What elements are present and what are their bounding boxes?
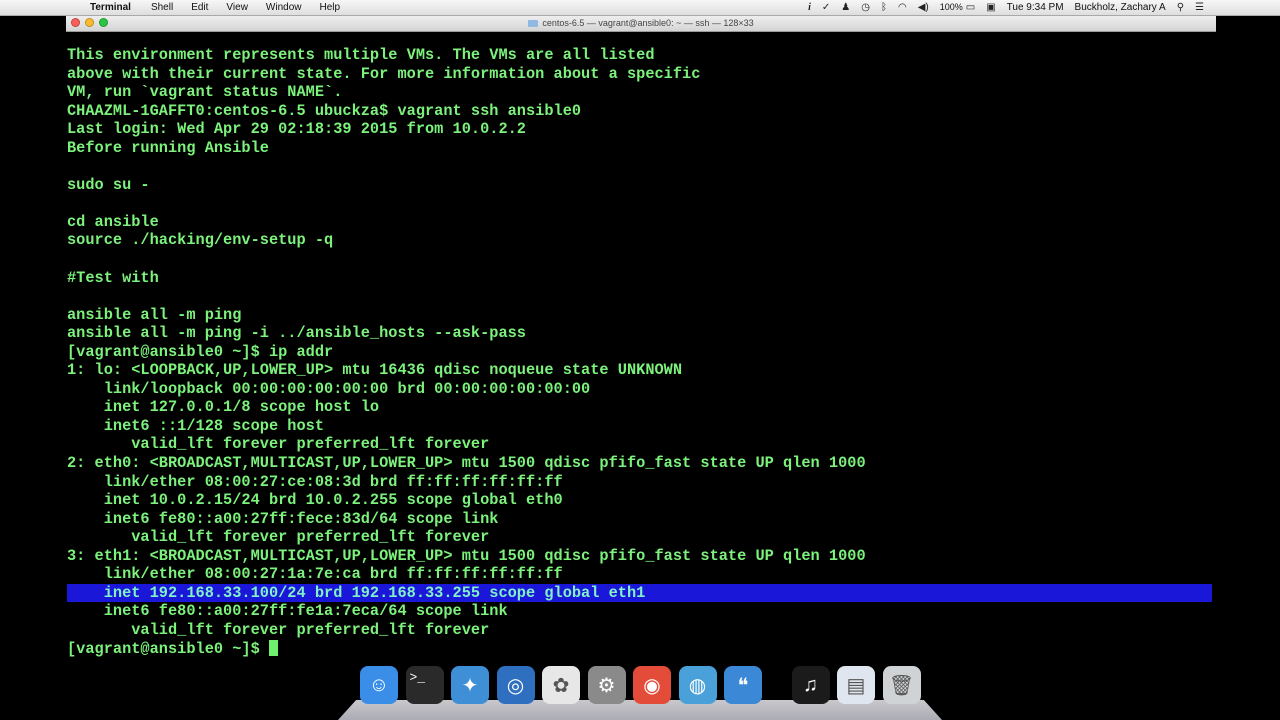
display-icon[interactable]: ▣	[986, 1, 995, 14]
terminal-line: valid_lft forever preferred_lft forever	[67, 435, 490, 454]
finder-icon[interactable]: ☺	[360, 666, 398, 704]
terminal-line: This environment represents multiple VMs…	[67, 46, 655, 64]
terminal-line: sudo su -	[67, 175, 150, 194]
menu-shell[interactable]: Shell	[151, 1, 173, 14]
terminal-line: valid_lft forever preferred_lft forever	[67, 620, 490, 639]
menu-bar: Terminal Shell Edit View Window Help i ✓…	[0, 0, 1280, 16]
terminal-line: Before running Ansible	[67, 138, 269, 157]
time-machine-icon[interactable]: ◷	[861, 1, 870, 14]
terminal-line: link/ether 08:00:27:1a:7e:ca brd ff:ff:f…	[67, 565, 563, 584]
photos-icon[interactable]: ✿	[542, 666, 580, 704]
notification-center-icon[interactable]: ☰	[1195, 1, 1204, 14]
menu-app-terminal[interactable]: Terminal	[90, 1, 131, 14]
battery-percentage[interactable]: 100%	[940, 1, 963, 14]
terminal-line: #Test with	[67, 268, 159, 287]
terminal-line: ansible all -m ping	[67, 305, 242, 324]
wifi-icon[interactable]: ◠	[898, 1, 907, 14]
terminal-line: source ./hacking/env-setup -q	[67, 231, 334, 250]
checkmark-icon[interactable]: ✓	[822, 1, 830, 14]
battery-icon[interactable]: ▭	[966, 1, 975, 14]
terminal-line: 2: eth0: <BROADCAST,MULTICAST,UP,LOWER_U…	[67, 454, 866, 473]
menu-help[interactable]: Help	[320, 1, 341, 14]
volume-icon[interactable]: ◀)	[918, 1, 929, 14]
terminal-line: inet 127.0.0.1/8 scope host lo	[67, 398, 380, 417]
dock: ☺ >_ ✦ ◎ ✿ ⚙ ◉ ◍ ❝ ♫ ▤ 🗑	[338, 664, 942, 720]
terminal-line: Last login: Wed Apr 29 02:18:39 2015 fro…	[67, 120, 526, 139]
menu-edit[interactable]: Edit	[191, 1, 208, 14]
window-titlebar[interactable]: centos-6.5 — vagrant@ansible0: ~ — ssh —…	[66, 16, 1216, 32]
chrome-icon[interactable]: ◉	[633, 666, 671, 704]
terminal-line: cd ansible	[67, 212, 159, 231]
user-status-icon[interactable]: ♟	[841, 1, 850, 14]
terminal-cursor	[268, 639, 278, 656]
trash-icon[interactable]: 🗑	[882, 666, 921, 704]
system-preferences-icon[interactable]: ⚙	[587, 666, 626, 704]
menu-clock[interactable]: Tue 9:34 PM	[1007, 1, 1064, 14]
terminal-icon[interactable]: >_	[405, 666, 444, 704]
terminal-output[interactable]: This environment represents multiple VMs…	[67, 46, 1212, 658]
terminal-line: inet6 fe80::a00:27ff:fe1a:7eca/64 scope …	[67, 602, 508, 621]
terminal-line: [vagrant@ansible0 ~]$	[67, 639, 1212, 659]
terminal-line: 3: eth1: <BROADCAST,MULTICAST,UP,LOWER_U…	[67, 546, 866, 565]
folder-icon	[528, 20, 539, 28]
terminal-line: VM, run `vagrant status NAME`.	[67, 83, 343, 102]
terminal-line: inet6 ::1/128 scope host	[67, 416, 325, 435]
terminal-window: centos-6.5 — vagrant@ansible0: ~ — ssh —…	[66, 16, 1216, 720]
menu-user[interactable]: Buckholz, Zachary A	[1075, 1, 1166, 14]
window-title-text: centos-6.5 — vagrant@ansible0: ~ — ssh —…	[542, 18, 754, 28]
chat-bubble-icon[interactable]: ❝	[724, 666, 762, 704]
menu-view[interactable]: View	[226, 1, 248, 14]
terminal-line: valid_lft forever preferred_lft forever	[67, 528, 490, 547]
window-title: centos-6.5 — vagrant@ansible0: ~ — ssh —…	[66, 17, 1216, 30]
terminal-line: CHAAZML-1GAFFT0:centos-6.5 ubuckza$ vagr…	[67, 101, 582, 120]
info-icon[interactable]: i	[808, 1, 811, 14]
terminal-line: 1: lo: <LOOPBACK,UP,LOWER_UP> mtu 16436 …	[67, 361, 683, 380]
spotlight-search-icon[interactable]: ⚲	[1177, 1, 1184, 14]
terminal-line: [vagrant@ansible0 ~]$ ip addr	[67, 342, 334, 361]
itunes-icon[interactable]: ♫	[791, 666, 830, 704]
documents-stack-icon[interactable]: ▤	[837, 666, 875, 704]
terminal-line: inet6 fe80::a00:27ff:fece:83d/64 scope l…	[67, 509, 499, 528]
terminal-line: link/loopback 00:00:00:00:00:00 brd 00:0…	[67, 379, 591, 398]
safari-icon[interactable]: ✦	[451, 666, 489, 704]
terminal-line: inet 10.0.2.15/24 brd 10.0.2.255 scope g…	[67, 491, 563, 510]
network-globe-icon[interactable]: ◍	[678, 666, 717, 704]
terminal-line: above with their current state. For more…	[67, 64, 701, 83]
terminal-line-selected: inet 192.168.33.100/24 brd 192.168.33.25…	[67, 583, 1212, 603]
bluetooth-icon[interactable]: ᛒ	[881, 1, 887, 14]
quicktime-icon[interactable]: ◎	[496, 666, 535, 704]
terminal-line: ansible all -m ping -i ../ansible_hosts …	[67, 324, 526, 343]
menu-window[interactable]: Window	[266, 1, 302, 14]
terminal-line: link/ether 08:00:27:ce:08:3d brd ff:ff:f…	[67, 472, 563, 491]
